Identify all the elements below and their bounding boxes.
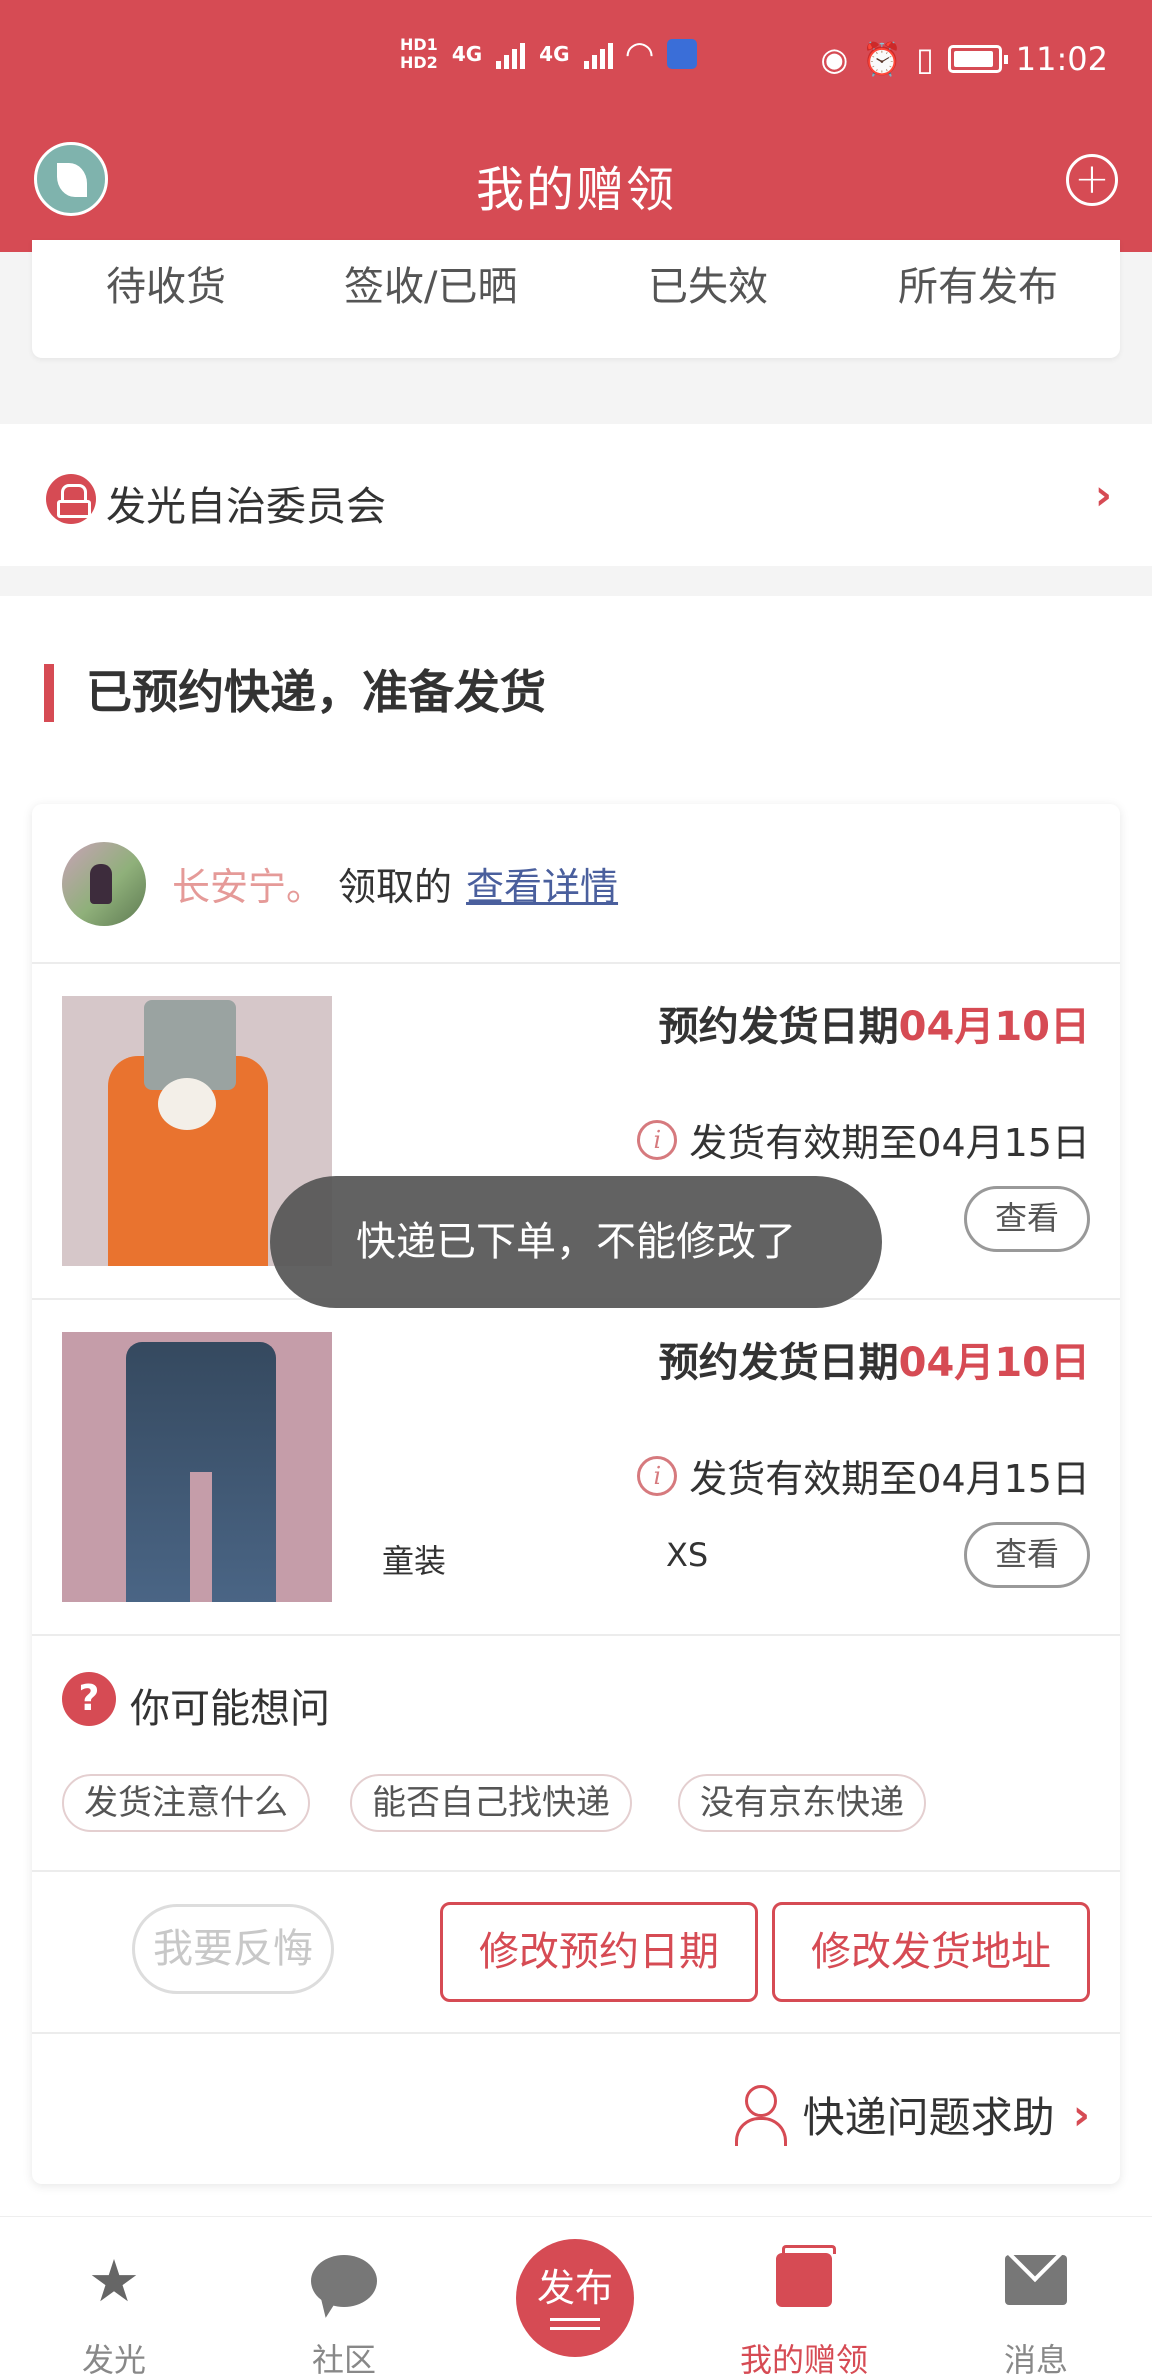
avatar[interactable] [62,842,146,926]
status-time: 11:02 [1015,40,1108,78]
order-card: 长安宁。 领取的 查看详情 预约发货日期04月10日 i 发货有效期至04月15… [32,804,1120,2184]
battery-icon [947,45,1008,73]
order-section: 已预约快递，准备发货 长安宁。 领取的 查看详情 预约发货日期04月10日 i … [0,596,1152,2216]
alarm-icon: ⏰ [862,40,903,78]
modify-address-button[interactable]: 修改发货地址 [772,1902,1090,2002]
view-button[interactable]: 查看 [964,1522,1090,1588]
section-accent-bar [44,664,54,722]
info-icon[interactable]: i [637,1119,678,1160]
action-row: 我要反悔 修改预约日期 修改发货地址 [32,1872,1120,2030]
faq-chip[interactable]: 没有京东快递 [678,1774,926,1832]
question-icon: ? [62,1672,116,1726]
expire-info: i 发货有效期至04月15日 [637,1112,1090,1167]
filter-tabs: 待收货 签收/已晒 已失效 所有发布 [32,240,1120,358]
tab-messages[interactable]: 消息 [956,2245,1116,2376]
signal-icon-2 [583,39,613,69]
chevron-right-icon: › [1072,2090,1090,2139]
council-row[interactable]: 发光自治委员会 › [0,424,1152,566]
tab-all-posts[interactable]: 所有发布 [898,254,1058,312]
ship-date: 预约发货日期04月10日 [658,1340,1090,1386]
vibrate-icon: ▯ [916,40,934,78]
modify-date-button[interactable]: 修改预约日期 [440,1902,758,2002]
faq-title: 你可能想问 [130,1686,330,1732]
receiver-action: 领取的 [338,865,453,909]
council-label: 发光自治委员会 [106,484,386,530]
network-label-1: 4G [451,42,483,66]
tab-expired[interactable]: 已失效 [648,254,768,312]
view-button[interactable]: 查看 [964,1186,1090,1252]
ship-date: 预约发货日期04月10日 [658,1004,1090,1050]
faq-chip[interactable]: 能否自己找快递 [350,1774,632,1832]
receiver-name[interactable]: 长安宁。 [172,856,324,911]
expire-info: i 发货有效期至04月15日 [637,1448,1090,1503]
signal-icon [496,39,526,69]
person-icon [733,2084,787,2146]
faq-block: ? 你可能想问 发货注意什么 能否自己找快递 没有京东快递 [32,1636,1120,1868]
item-size: XS [666,1536,709,1574]
status-right-icons: ◉ ⏰ ▯ 11:02 [820,40,1108,78]
council-icon [46,474,96,524]
express-help-label: 快递问题求助 [802,2093,1055,2142]
status-bar: HD1 HD2 4G 4G ◠ ◉ ⏰ ▯ 11:02 [0,0,1152,130]
faq-chip[interactable]: 发货注意什么 [62,1774,310,1832]
gift-book-icon [724,2245,884,2317]
item-category: 童装 [382,1542,447,1580]
publish-button[interactable]: 发布 [516,2239,634,2357]
eye-icon: ◉ [820,40,849,78]
tab-community[interactable]: 社区 [264,2245,424,2376]
regret-button[interactable]: 我要反悔 [132,1904,334,1994]
star-icon: ★ [88,2247,140,2315]
app-bar: 我的赠领 + [0,130,1152,252]
details-link[interactable]: 查看详情 [466,856,618,911]
info-icon[interactable]: i [637,1455,678,1496]
receiver-row: 长安宁。 领取的 查看详情 [172,856,618,911]
tab-faguang[interactable]: ★ 发光 [34,2245,194,2376]
network-label-2: 4G [539,42,570,66]
vpn-icon [666,39,697,69]
sim-indicator: HD1 HD2 [400,35,438,72]
list-item: 预约发货日期04月10日 i 发货有效期至04月15日 童装 XS 查看 [32,1300,1120,1634]
tab-pending-receipt[interactable]: 待收货 [106,254,226,312]
publish-icon [550,2318,600,2330]
mail-icon [956,2245,1116,2317]
tab-my-gifts[interactable]: 我的赠领 [724,2245,884,2376]
status-left-icons: HD1 HD2 4G 4G ◠ [400,34,697,74]
add-button[interactable]: + [1066,154,1118,206]
page-title: 我的赠领 [475,162,676,218]
chat-bubble-icon [264,2245,424,2317]
bottom-tab-bar: ★ 发光 社区 发布 我的赠领 消息 [0,2216,1152,2376]
express-help-row[interactable]: 快递问题求助 › [32,2034,1120,2184]
section-title: 已预约快递，准备发货 [86,665,546,719]
tab-signed-shared[interactable]: 签收/已晒 [344,254,517,312]
chevron-right-icon: › [1094,470,1112,519]
express-help: 快递问题求助 › [733,2084,1090,2146]
wifi-icon: ◠ [626,34,653,74]
toast-message: 快递已下单，不能修改了 [270,1176,882,1308]
item-photo[interactable] [62,1332,332,1602]
